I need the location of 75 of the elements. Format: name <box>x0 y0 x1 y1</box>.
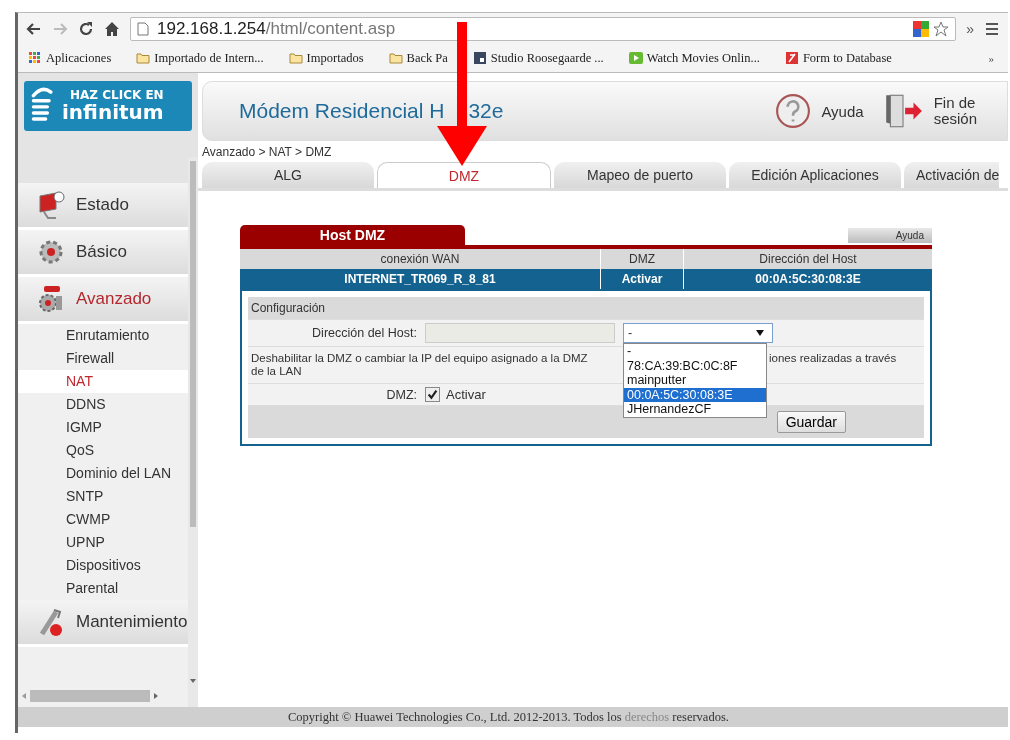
page-title: Módem Residencial H 32e <box>239 99 505 123</box>
tab[interactable]: Mapeo de puerto <box>554 162 726 188</box>
play-icon <box>628 52 643 64</box>
breadcrumb: Avanzado > NAT > DMZ <box>201 144 333 159</box>
address-bar[interactable]: 192.168.1.254/html/content.asp <box>130 16 957 41</box>
tab[interactable]: ALG <box>202 162 374 188</box>
checkbox[interactable] <box>425 387 440 402</box>
bookmark[interactable]: Aplicaciones <box>26 49 114 67</box>
sidebar-item[interactable]: SNTP <box>18 485 188 508</box>
copyright-text: Copyright © Huawei Technologies Co., Ltd. 2012-2013. Todos los derechos reservados. <box>288 709 729 725</box>
page-icon <box>137 21 149 36</box>
folder-icon <box>288 52 303 64</box>
dropdown-option[interactable]: - <box>624 344 766 359</box>
dropdown-option[interactable]: JHernandezCF <box>624 402 766 417</box>
dmz-checkbox[interactable]: Activar <box>425 387 615 402</box>
sidebar-section[interactable]: Básico <box>18 230 188 277</box>
bookmark[interactable]: Importado de Intern... <box>134 49 266 67</box>
star-icon[interactable] <box>933 20 950 37</box>
help-button[interactable]: Ayuda <box>848 228 932 243</box>
sidebar-item[interactable]: QoS <box>18 439 188 462</box>
bookmark[interactable]: Studio Roosegaarde ... <box>470 49 606 67</box>
help-link[interactable]: Ayuda <box>775 93 864 129</box>
sidebar-section[interactable]: Mantenimiento <box>18 600 188 647</box>
table-cell-text: INTERNET_TR069_R_8_81 <box>343 271 497 288</box>
form-icon <box>784 52 799 64</box>
sidebar-item[interactable]: DDNS <box>18 393 188 416</box>
sidebar-item[interactable]: Dominio del LAN <box>18 462 188 485</box>
monitor-icon <box>36 190 66 220</box>
sidebar-section[interactable]: Estado <box>18 183 188 230</box>
home-icon[interactable] <box>104 20 120 37</box>
table-cell: 00:0A:5C:30:08:3E <box>683 269 932 289</box>
save-button[interactable]: Guardar <box>776 411 846 433</box>
bookmark[interactable]: Form to Database <box>782 49 894 67</box>
sidebar-item[interactable]: Parental <box>18 577 188 600</box>
logout-link[interactable]: Fin de sesión <box>881 93 977 129</box>
table-row[interactable]: INTERNET_TR069_R_8_81 Activar 00:0A:5C:30:08:3E <box>240 269 932 289</box>
sidebar-item[interactable]: Firewall <box>18 347 188 370</box>
column-header: conexión WAN <box>379 251 461 268</box>
sidebar-item[interactable]: UPNP <box>18 531 188 554</box>
tab[interactable]: DMZ <box>377 162 551 188</box>
sidebar-item[interactable]: CWMP <box>18 508 188 531</box>
bookmark[interactable]: Importados <box>286 49 366 67</box>
table-cell: Activar <box>600 269 683 289</box>
tab[interactable]: Edición Aplicaciones <box>729 162 901 188</box>
field-label: Dirección del Host: <box>311 326 417 340</box>
tab[interactable]: Activación de <box>904 162 1000 188</box>
site-icon <box>472 52 487 64</box>
apps-grid-icon <box>28 52 42 64</box>
note-text: Deshabilitar la DMZ o cambiar la IP del equipo asignado a la DMZ <box>251 352 589 365</box>
folder-icon <box>388 52 403 64</box>
bookmarks-overflow[interactable]: » <box>988 52 994 64</box>
folder-icon <box>136 52 151 64</box>
back-icon[interactable] <box>26 20 42 37</box>
vertical-scrollbar[interactable] <box>187 157 198 707</box>
note-text: de la LAN <box>251 365 302 378</box>
caret-icon <box>756 330 764 336</box>
extensions-overflow[interactable]: » <box>966 20 974 37</box>
reload-icon[interactable] <box>78 20 94 37</box>
logo[interactable]: HAZ CLICK EN infinitum <box>24 81 192 131</box>
sidebar-item[interactable]: Dispositivos <box>18 554 188 577</box>
sidebar-item[interactable]: NAT <box>18 370 188 393</box>
field-label: DMZ: <box>385 387 417 402</box>
sidebar-item[interactable]: Enrutamiento <box>18 324 188 347</box>
host-select[interactable]: - <box>623 323 773 343</box>
menu-icon[interactable] <box>984 20 1000 37</box>
dropdown-option[interactable]: mainputter <box>624 373 766 388</box>
dropdown-option[interactable]: 00:0A:5C:30:08:3E <box>624 387 766 402</box>
note-text: iones realizadas a través <box>769 352 897 365</box>
question-icon <box>775 93 812 129</box>
bookmark[interactable]: Watch Movies Onlin... <box>626 49 762 67</box>
dropdown-option[interactable]: 78:CA:39:BC:0C:8F <box>624 358 766 373</box>
section-heading: Configuración <box>248 297 924 319</box>
sidebar-item[interactable]: IGMP <box>18 416 188 439</box>
bookmark[interactable]: Back Pa <box>386 49 450 67</box>
sidebar-section[interactable]: Avanzado <box>18 277 188 324</box>
